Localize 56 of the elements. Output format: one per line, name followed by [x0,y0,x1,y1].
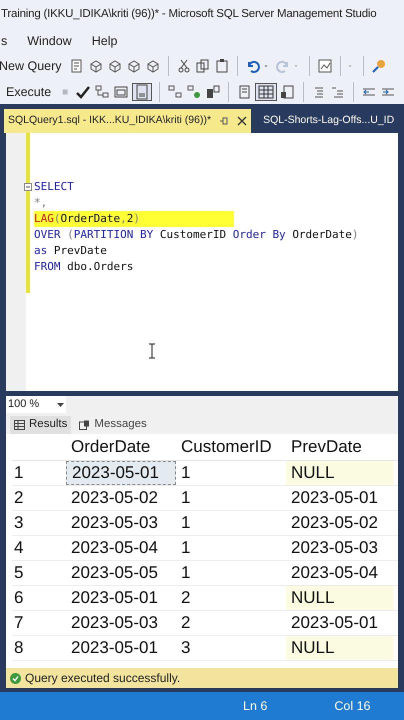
table-cell[interactable]: 1 [176,511,286,535]
code-line: FROM dbo.Orders [34,259,134,275]
table-cell[interactable]: 2023-05-03 [66,511,176,535]
row-number: 5 [13,562,24,584]
code-line: SELECT [34,179,74,195]
table-cell[interactable]: 2023-05-01 [66,636,176,660]
results-tab[interactable]: Results [10,416,72,434]
table-cell[interactable]: NULL [286,636,394,660]
table-cell[interactable]: 2023-05-01 [66,586,176,610]
table-cell[interactable]: 1 [176,536,286,560]
row-number: 3 [13,512,24,534]
row-number: 6 [13,587,24,610]
query-status-text: Query executed successfully. [25,670,180,687]
row-number: 1 [13,462,24,484]
table-cell[interactable]: 3 [176,636,286,660]
tab-label: SQLQuery1.sql - IKK...KU_IDIKA\kriti (96))* [8,113,212,128]
table-cell[interactable]: 2023-05-03 [286,536,394,560]
table-cell[interactable]: 2023-05-01 [286,486,394,510]
table-cell[interactable]: NULL [286,586,394,610]
table-cell[interactable]: 2023-05-04 [66,536,176,560]
document-tab[interactable]: SQLQuery1.sql - IKK...KU_IDIKA\kriti (96))* [4,109,252,133]
line-indicator: Ln 6 [243,698,268,715]
menu-item[interactable]: s [1,32,8,50]
table-cell[interactable]: 2023-05-02 [286,511,394,535]
tab-label: SQL-Shorts-Lag-Offs...U_ID [263,113,394,128]
code-line: OVER (PARTITION BY CustomerID Order By OrderDate) [34,227,359,243]
column-indicator: Col 16 [334,698,370,715]
code-line: *, [34,195,48,211]
window-title: Training (IKKU_IDIKA\kriti (96))* - Microsoft SQL Server Management Studio [1,7,376,22]
column-header[interactable]: CustomerID [176,434,286,460]
table-cell[interactable]: 1 [176,561,286,585]
table-cell[interactable]: 1 [176,486,286,510]
menu-item[interactable]: Window [27,32,72,50]
table-cell[interactable]: 2023-05-03 [66,611,176,635]
table-cell[interactable]: NULL [286,461,394,485]
execute-button[interactable]: Execute [6,82,52,102]
zoom-dropdown[interactable]: 100 % [6,396,66,413]
row-number: 2 [13,487,24,510]
table-cell[interactable]: 2023-05-01 [66,461,176,485]
table-cell[interactable]: 2023-05-02 [66,486,176,510]
row-number: 8 [13,637,24,660]
menu-item[interactable]: Help [92,32,118,50]
table-cell[interactable]: 2023-05-05 [66,561,176,585]
table-cell[interactable]: 2023-05-04 [286,561,394,585]
results-tab[interactable]: Messages [75,416,151,434]
column-header[interactable]: PrevDate [286,434,394,460]
document-tab[interactable]: SQL-Shorts-Lag-Offs...U_ID [259,109,398,133]
table-cell[interactable]: 2 [176,586,286,610]
row-number: 4 [13,537,24,560]
table-cell[interactable]: 1 [176,461,286,485]
code-line: as PrevDate [34,243,107,259]
table-cell[interactable]: 2 [176,611,286,635]
table-cell[interactable]: 2023-05-01 [286,611,394,635]
column-header[interactable]: OrderDate [66,434,176,460]
new-query-button[interactable]: New Query [0,56,62,76]
row-number: 7 [13,612,24,634]
